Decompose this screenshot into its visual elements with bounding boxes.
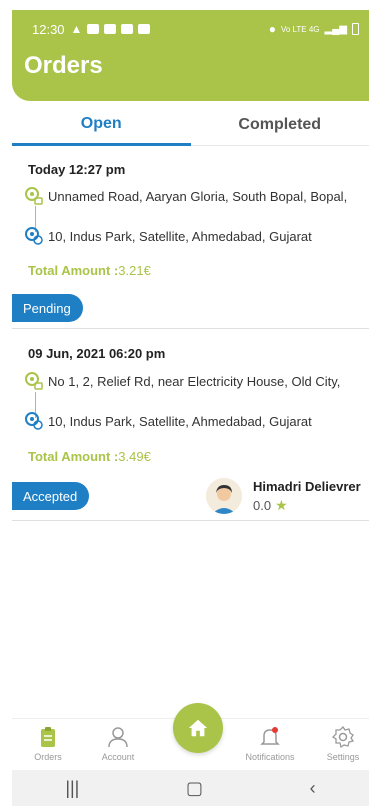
driver-name: Himadri Delievrer xyxy=(253,478,361,494)
driver-info[interactable]: Himadri Delievrer 0.0 ★ xyxy=(206,478,361,514)
dropoff-address: 10, Indus Park, Satellite, Ahmedabad, Gu… xyxy=(24,226,369,246)
pickup-pin-icon xyxy=(25,372,43,390)
total-amount: Total Amount :3.21€ xyxy=(28,263,151,278)
driver-avatar-icon xyxy=(206,478,242,514)
status-time: 12:30 xyxy=(32,21,65,37)
warning-icon: ▲ xyxy=(70,22,83,36)
app-header: 12:30 ▲ ● Vo LTE 4G ▂▄▆ Orders xyxy=(12,10,369,101)
rating-value: 0.0 xyxy=(253,497,272,513)
order-divider xyxy=(12,520,369,521)
page-title: Orders xyxy=(24,52,103,79)
image-icon xyxy=(121,24,134,34)
system-navigation-bar: ||| ▢ ‹ xyxy=(12,770,369,806)
dropoff-pin-icon xyxy=(25,227,43,245)
dropoff-address-text: 10, Indus Park, Satellite, Ahmedabad, Gu… xyxy=(48,413,312,429)
order-tabs: Open Completed xyxy=(12,104,369,146)
bell-icon xyxy=(260,727,280,745)
dropoff-address-text: 10, Indus Park, Satellite, Ahmedabad, Gu… xyxy=(48,228,312,244)
user-icon xyxy=(108,727,128,748)
order-divider xyxy=(12,328,369,329)
star-icon: ★ xyxy=(275,496,288,513)
total-amount-value: 3.49€ xyxy=(118,449,151,464)
total-amount-label: Total Amount : xyxy=(28,449,119,464)
order-card[interactable]: Today 12:27 pm Unnamed Road, Aaryan Glor… xyxy=(12,146,369,330)
driver-rating: 0.0 ★ xyxy=(253,497,361,514)
system-icons: ● Vo LTE 4G ▂▄▆ xyxy=(269,22,359,36)
status-badge: Accepted xyxy=(12,482,90,510)
nav-orders-label: Orders xyxy=(34,752,62,762)
clipboard-icon xyxy=(41,727,55,747)
total-amount-value: 3.21€ xyxy=(118,263,151,278)
pickup-address: Unnamed Road, Aaryan Gloria, South Bopal… xyxy=(24,186,369,206)
app-notification-icon xyxy=(87,24,100,34)
total-amount-label: Total Amount : xyxy=(28,263,119,278)
status-bar: 12:30 ▲ ● Vo LTE 4G ▂▄▆ xyxy=(32,19,359,39)
notification-icons: ▲ xyxy=(71,22,151,36)
bottom-navigation: Orders Account Notifications Settings xyxy=(12,703,369,770)
app-notification-icon-2 xyxy=(138,24,151,34)
battery-icon xyxy=(352,23,359,35)
nav-settings-label: Settings xyxy=(326,752,360,762)
home-system-icon[interactable]: ▢ xyxy=(186,778,203,799)
total-amount: Total Amount :3.49€ xyxy=(28,449,151,464)
tab-open[interactable]: Open xyxy=(12,104,191,146)
mail-icon xyxy=(104,24,117,34)
location-icon: ● xyxy=(268,22,276,36)
network-label: Vo LTE 4G xyxy=(280,24,320,34)
nav-notifications[interactable]: Notifications xyxy=(240,725,300,762)
nav-notifications-label: Notifications xyxy=(245,752,295,762)
home-button[interactable] xyxy=(173,703,223,753)
order-date: 09 Jun, 2021 06:20 pm xyxy=(28,346,166,361)
pickup-address: No 1, 2, Relief Rd, near Electricity Hou… xyxy=(24,371,369,391)
dropoff-address: 10, Indus Park, Satellite, Ahmedabad, Gu… xyxy=(24,411,369,431)
avatar xyxy=(206,478,242,514)
status-badge: Pending xyxy=(12,294,83,322)
order-card[interactable]: 09 Jun, 2021 06:20 pm No 1, 2, Relief Rd… xyxy=(12,330,369,522)
gear-icon xyxy=(331,725,355,749)
pickup-address-text: No 1, 2, Relief Rd, near Electricity Hou… xyxy=(48,373,341,389)
nav-account-label: Account xyxy=(101,752,135,762)
order-date: Today 12:27 pm xyxy=(28,162,126,177)
signal-icon: ▂▄▆ xyxy=(324,23,347,35)
back-icon[interactable]: ‹ xyxy=(310,778,316,799)
dropoff-pin-icon xyxy=(25,412,43,430)
recent-apps-icon[interactable]: ||| xyxy=(65,778,79,799)
nav-account[interactable]: Account xyxy=(88,725,148,762)
pickup-address-text: Unnamed Road, Aaryan Gloria, South Bopal… xyxy=(48,188,348,204)
tab-completed[interactable]: Completed xyxy=(190,104,369,146)
nav-orders[interactable]: Orders xyxy=(18,725,78,762)
home-icon xyxy=(188,719,208,737)
nav-settings[interactable]: Settings xyxy=(313,725,369,762)
pickup-pin-icon xyxy=(25,187,43,205)
